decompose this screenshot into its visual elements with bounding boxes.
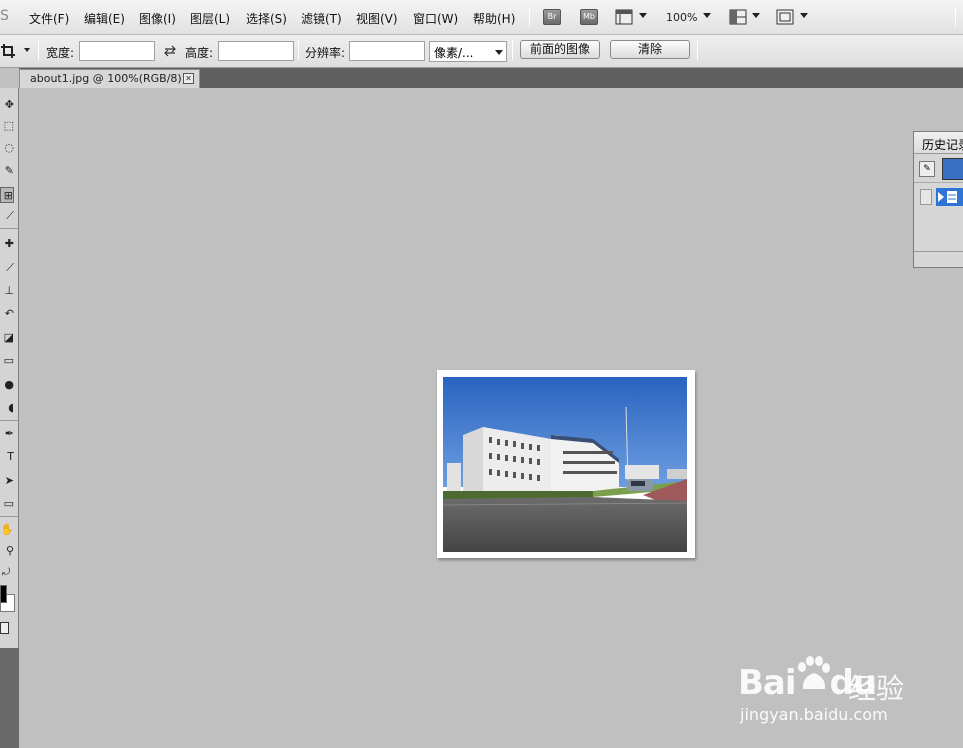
document-tab[interactable]: about1.jpg @ 100%(RGB/8) ✕ — [19, 69, 200, 88]
menu-file[interactable]: 文件(F) — [29, 10, 69, 27]
history-state-checkbox[interactable] — [920, 189, 932, 205]
arrange-documents-icon[interactable] — [729, 9, 747, 25]
options-separator — [298, 40, 299, 60]
history-panel-divider — [914, 251, 963, 252]
tools-panel: ✥ ⬚ ◌ ✎ ⊞ ⟋ ✚ ⟋ ⊥ ↶ ◪ ▭ ● ◖ ✒ T ➤ ▭ ✋ ⚲ … — [0, 88, 19, 648]
menu-select[interactable]: 选择(S) — [246, 10, 287, 27]
snapshot-thumbnail[interactable] — [942, 158, 963, 180]
mini-bridge-button[interactable]: Mb — [580, 9, 598, 25]
bridge-button[interactable]: Br — [543, 9, 561, 25]
path-select-tool[interactable]: ➤ — [0, 473, 14, 489]
zoom-level[interactable]: 100% — [666, 11, 697, 24]
resolution-label: 分辨率: — [305, 46, 346, 60]
history-panel: 历史记录 ✎ — [913, 131, 963, 268]
resolution-unit-value: 像素/... — [434, 46, 474, 60]
shape-tool[interactable]: ▭ — [0, 496, 14, 512]
history-brush-tool[interactable]: ↶ — [0, 306, 14, 322]
watermark-cn: 经验 — [848, 672, 905, 705]
chevron-down-icon[interactable] — [24, 48, 30, 52]
crop-tool[interactable]: ⊞ — [0, 187, 14, 203]
watermark-url: jingyan.baidu.com — [740, 705, 888, 724]
chevron-down-icon — [495, 50, 503, 55]
menu-edit[interactable]: 编辑(E) — [84, 10, 125, 27]
brush-tool[interactable]: ⟋ — [0, 260, 14, 276]
close-icon[interactable]: ✕ — [183, 73, 194, 84]
view-extras-icon[interactable] — [615, 9, 633, 25]
tool-separator — [0, 420, 18, 421]
chevron-down-icon[interactable] — [639, 13, 647, 18]
width-input[interactable] — [79, 41, 155, 61]
menu-separator — [955, 7, 956, 27]
history-state-row[interactable] — [914, 184, 963, 210]
options-bar: 宽度: 高度: 分辨率: 像素/... 前面的图像 清除 — [0, 35, 963, 68]
clone-stamp-tool[interactable]: ⊥ — [0, 283, 14, 299]
type-tool[interactable]: T — [0, 449, 14, 465]
chevron-down-icon[interactable] — [703, 13, 711, 18]
document-image — [443, 377, 687, 552]
tool-separator — [0, 516, 18, 517]
tool-separator — [0, 228, 18, 229]
resolution-unit-select[interactable]: 像素/... — [429, 41, 507, 62]
quick-mask-icon[interactable] — [0, 622, 9, 634]
resolution-input[interactable] — [349, 41, 425, 61]
zoom-tool[interactable]: ⚲ — [0, 543, 14, 559]
eraser-tool[interactable]: ◪ — [0, 330, 14, 346]
brush-snapshot-icon[interactable]: ✎ — [919, 161, 935, 177]
baidu-jingyan-watermark: Bai du 经验 jingyan.baidu.com — [738, 645, 918, 730]
marquee-tool[interactable]: ⬚ — [0, 118, 14, 134]
menu-bar: S 文件(F) 编辑(E) 图像(I) 图层(L) 选择(S) 滤镜(T) 视图… — [0, 0, 963, 35]
clear-button[interactable]: 清除 — [610, 40, 690, 59]
blur-tool[interactable]: ● — [0, 377, 14, 393]
menu-help[interactable]: 帮助(H) — [473, 10, 515, 27]
healing-brush-tool[interactable]: ✚ — [0, 236, 14, 252]
options-separator — [512, 40, 513, 60]
gradient-tool[interactable]: ▭ — [0, 353, 14, 369]
menu-view[interactable]: 视图(V) — [356, 10, 398, 27]
image-frame — [437, 370, 695, 558]
quick-select-tool[interactable]: ✎ — [0, 163, 14, 179]
document-tab-bar: about1.jpg @ 100%(RGB/8) ✕ — [19, 68, 963, 88]
screen-mode-icon[interactable] — [776, 9, 794, 25]
width-label: 宽度: — [46, 46, 75, 60]
menu-layer[interactable]: 图层(L) — [190, 10, 230, 27]
lasso-tool[interactable]: ◌ — [0, 140, 14, 156]
history-panel-title[interactable]: 历史记录 — [914, 132, 963, 154]
menu-filter[interactable]: 滤镜(T) — [301, 10, 342, 27]
crop-icon[interactable] — [0, 43, 16, 59]
eyedropper-tool[interactable]: ⟋ — [0, 208, 14, 224]
document-tab-title: about1.jpg @ 100%(RGB/8) — [30, 72, 182, 85]
pen-tool[interactable]: ✒ — [0, 426, 14, 442]
move-tool[interactable]: ✥ — [0, 97, 14, 113]
history-snapshot-row[interactable]: ✎ — [914, 155, 963, 183]
chevron-down-icon[interactable] — [752, 13, 760, 18]
front-image-button[interactable]: 前面的图像 — [520, 40, 600, 59]
options-separator — [697, 40, 698, 60]
swap-colors-icon[interactable]: ⤾ — [2, 567, 10, 578]
hand-tool[interactable]: ✋ — [0, 522, 14, 538]
menu-window[interactable]: 窗口(W) — [413, 10, 458, 27]
dodge-tool[interactable]: ◖ — [0, 400, 14, 416]
tools-panel-empty — [0, 648, 19, 748]
history-state-icon[interactable] — [936, 188, 963, 206]
photoshop-logo-icon: S — [0, 8, 9, 24]
height-input[interactable] — [218, 41, 294, 61]
baidu-paw-icon — [796, 655, 830, 689]
menu-separator — [529, 7, 530, 27]
swap-arrows-icon[interactable] — [163, 45, 177, 57]
menu-image[interactable]: 图像(I) — [139, 10, 176, 27]
chevron-down-icon[interactable] — [800, 13, 808, 18]
height-label: 高度: — [185, 46, 214, 60]
options-separator — [38, 40, 39, 60]
foreground-color-swatch[interactable] — [0, 585, 7, 603]
